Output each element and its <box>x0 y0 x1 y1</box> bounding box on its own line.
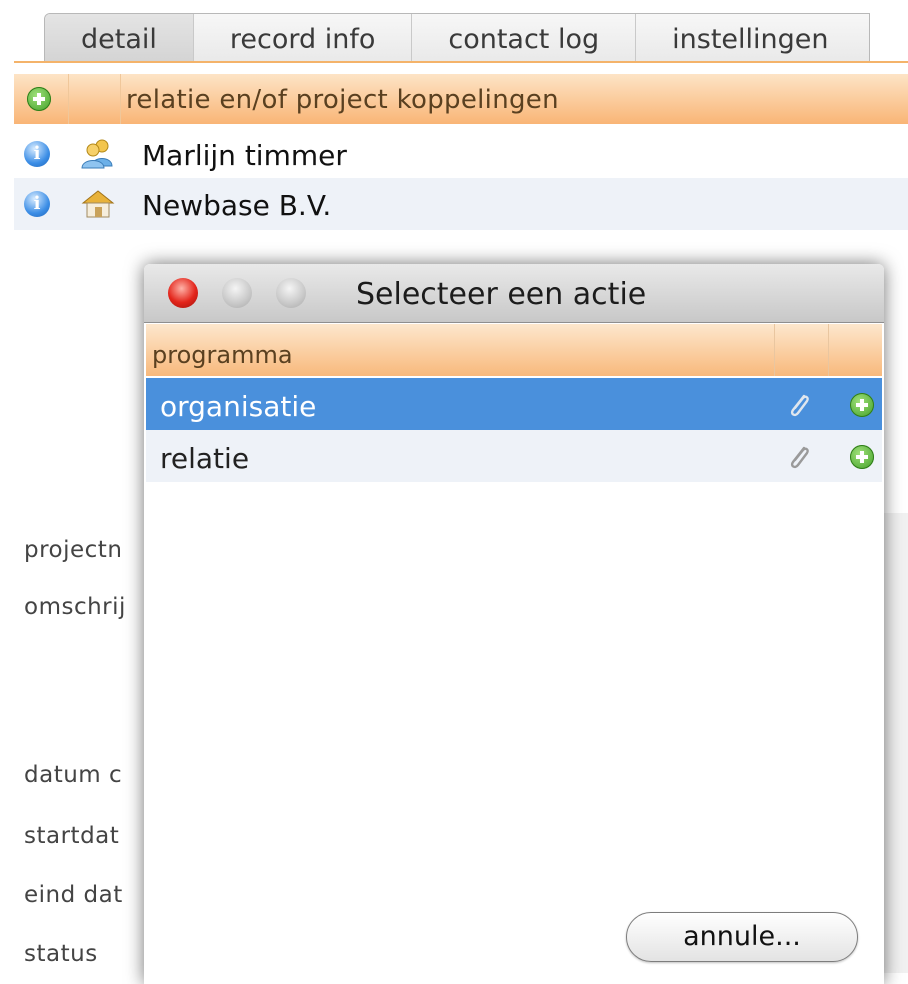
list-item-relatie[interactable]: relatie <box>146 430 882 482</box>
info-icon[interactable] <box>24 191 50 217</box>
links-header: relatie en/of project koppelingen <box>14 74 908 124</box>
tab-instellingen[interactable]: instellingen <box>636 14 868 62</box>
column-divider <box>774 324 775 376</box>
list-header-programma: programma <box>152 341 293 369</box>
form-label-einddatum: eind dat <box>24 882 123 908</box>
add-icon[interactable] <box>850 393 874 417</box>
tab-bar: detail record info contact log instellin… <box>0 0 908 63</box>
select-action-dialog: Selecteer een actie programma organisati… <box>144 264 884 984</box>
dialog-title: Selecteer een actie <box>356 277 647 312</box>
list-item-label: organisatie <box>160 390 317 423</box>
links-header-type-cell <box>68 74 121 124</box>
house-icon <box>81 190 115 218</box>
form-label-projectnaam: projectn <box>24 537 123 563</box>
add-link-icon[interactable] <box>27 87 51 111</box>
list-item-label: relatie <box>160 442 250 475</box>
tab-detail[interactable]: detail <box>45 14 194 62</box>
form-field-edge <box>882 513 908 973</box>
minimize-icon <box>222 278 252 308</box>
form-label-omschrijving: omschrij <box>24 594 126 620</box>
tabs: detail record info contact log instellin… <box>44 13 870 62</box>
links-header-title: relatie en/of project koppelingen <box>126 85 559 115</box>
paperclip-icon[interactable] <box>786 390 812 420</box>
zoom-icon <box>276 278 306 308</box>
link-row[interactable]: Marlijn timmer <box>14 128 908 180</box>
dialog-titlebar[interactable]: Selecteer een actie <box>144 264 884 323</box>
links-header-add-cell <box>14 74 69 124</box>
list-item-organisatie[interactable]: organisatie <box>146 378 882 430</box>
list-header: programma <box>146 324 882 376</box>
form-label-startdatum: startdat <box>24 823 120 849</box>
paperclip-icon[interactable] <box>786 442 812 472</box>
info-icon[interactable] <box>24 141 50 167</box>
add-icon[interactable] <box>850 445 874 469</box>
people-icon <box>81 139 113 169</box>
close-icon[interactable] <box>168 278 198 308</box>
form-label-datum: datum c <box>24 762 123 788</box>
link-name: Marlijn timmer <box>142 139 347 172</box>
cancel-button[interactable]: annule... <box>626 912 858 962</box>
link-row[interactable]: Newbase B.V. <box>14 178 908 230</box>
tab-record-info[interactable]: record info <box>194 14 413 62</box>
column-divider <box>828 324 829 376</box>
form-label-status: status <box>24 941 98 967</box>
tab-underline <box>14 61 908 63</box>
link-name: Newbase B.V. <box>142 189 332 222</box>
tab-contact-log[interactable]: contact log <box>412 14 637 62</box>
